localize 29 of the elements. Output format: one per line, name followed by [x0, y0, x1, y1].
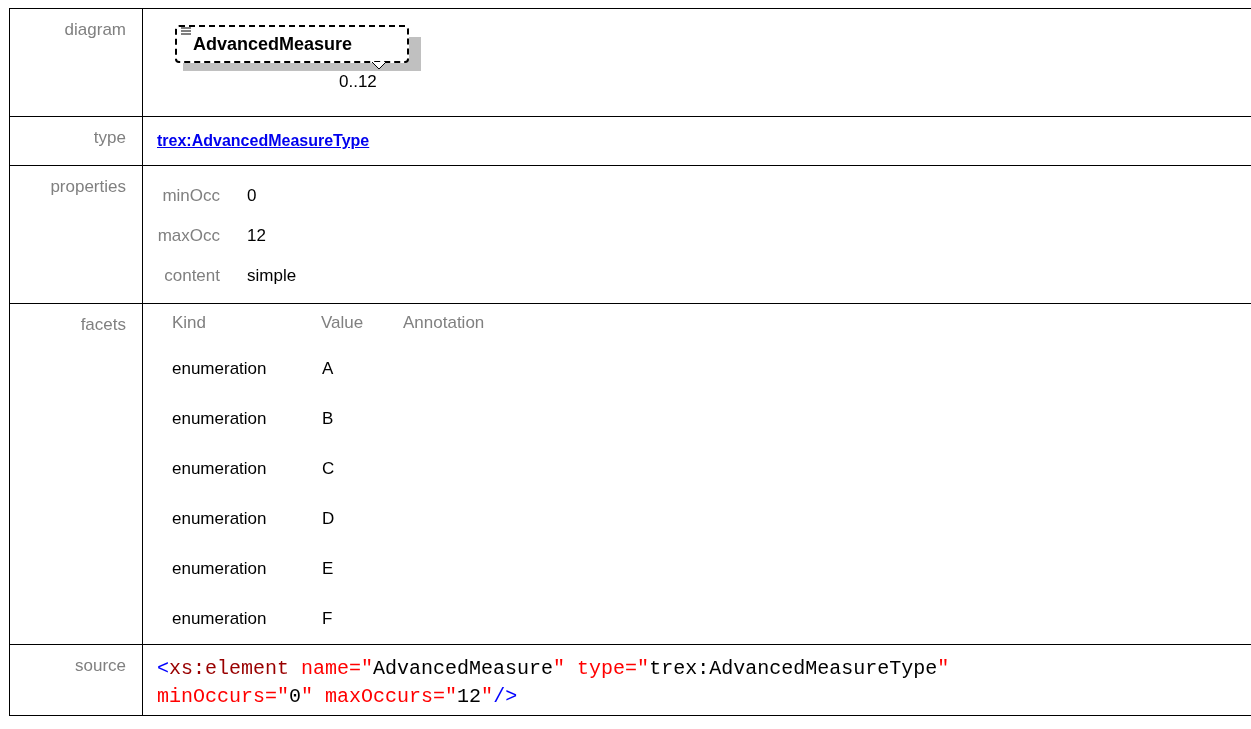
element-diagram: AdvancedMeasure 0..12: [175, 25, 423, 99]
facet-value: F: [322, 608, 333, 630]
facet-value: B: [322, 408, 334, 430]
facet-kind: enumeration: [172, 558, 268, 580]
property-value: simple: [247, 265, 297, 287]
row-label: source: [74, 656, 126, 675]
facet-value: E: [322, 558, 334, 580]
row-label: diagram: [64, 20, 126, 39]
type-link[interactable]: trex:AdvancedMeasureType: [157, 132, 370, 149]
property-value: 12: [247, 225, 266, 247]
facet-kind: enumeration: [172, 458, 268, 480]
facet-kind: enumeration: [172, 508, 268, 530]
row-label: type: [93, 128, 126, 147]
facet-kind: enumeration: [172, 358, 268, 380]
property-value: 0: [247, 185, 257, 207]
property-name: content: [164, 266, 220, 285]
row-label: facets: [80, 315, 126, 334]
facet-column-header: Value: [321, 312, 365, 334]
facet-kind: enumeration: [172, 608, 268, 630]
facet-value: C: [322, 458, 335, 480]
facet-value: A: [322, 358, 334, 380]
facet-column-header: Kind: [172, 312, 208, 334]
facet-column-header: Annotation: [403, 312, 485, 334]
property-name: maxOcc: [157, 226, 220, 245]
facet-value: D: [322, 508, 335, 530]
facet-kind: enumeration: [172, 408, 268, 430]
row-label: properties: [50, 177, 126, 196]
property-name: minOcc: [162, 186, 220, 205]
source-code: <xs:element name="AdvancedMeasure" type="trex:AdvancedMeasureType" minOccurs="0" maxOccurs="12"/>: [156, 656, 951, 710]
